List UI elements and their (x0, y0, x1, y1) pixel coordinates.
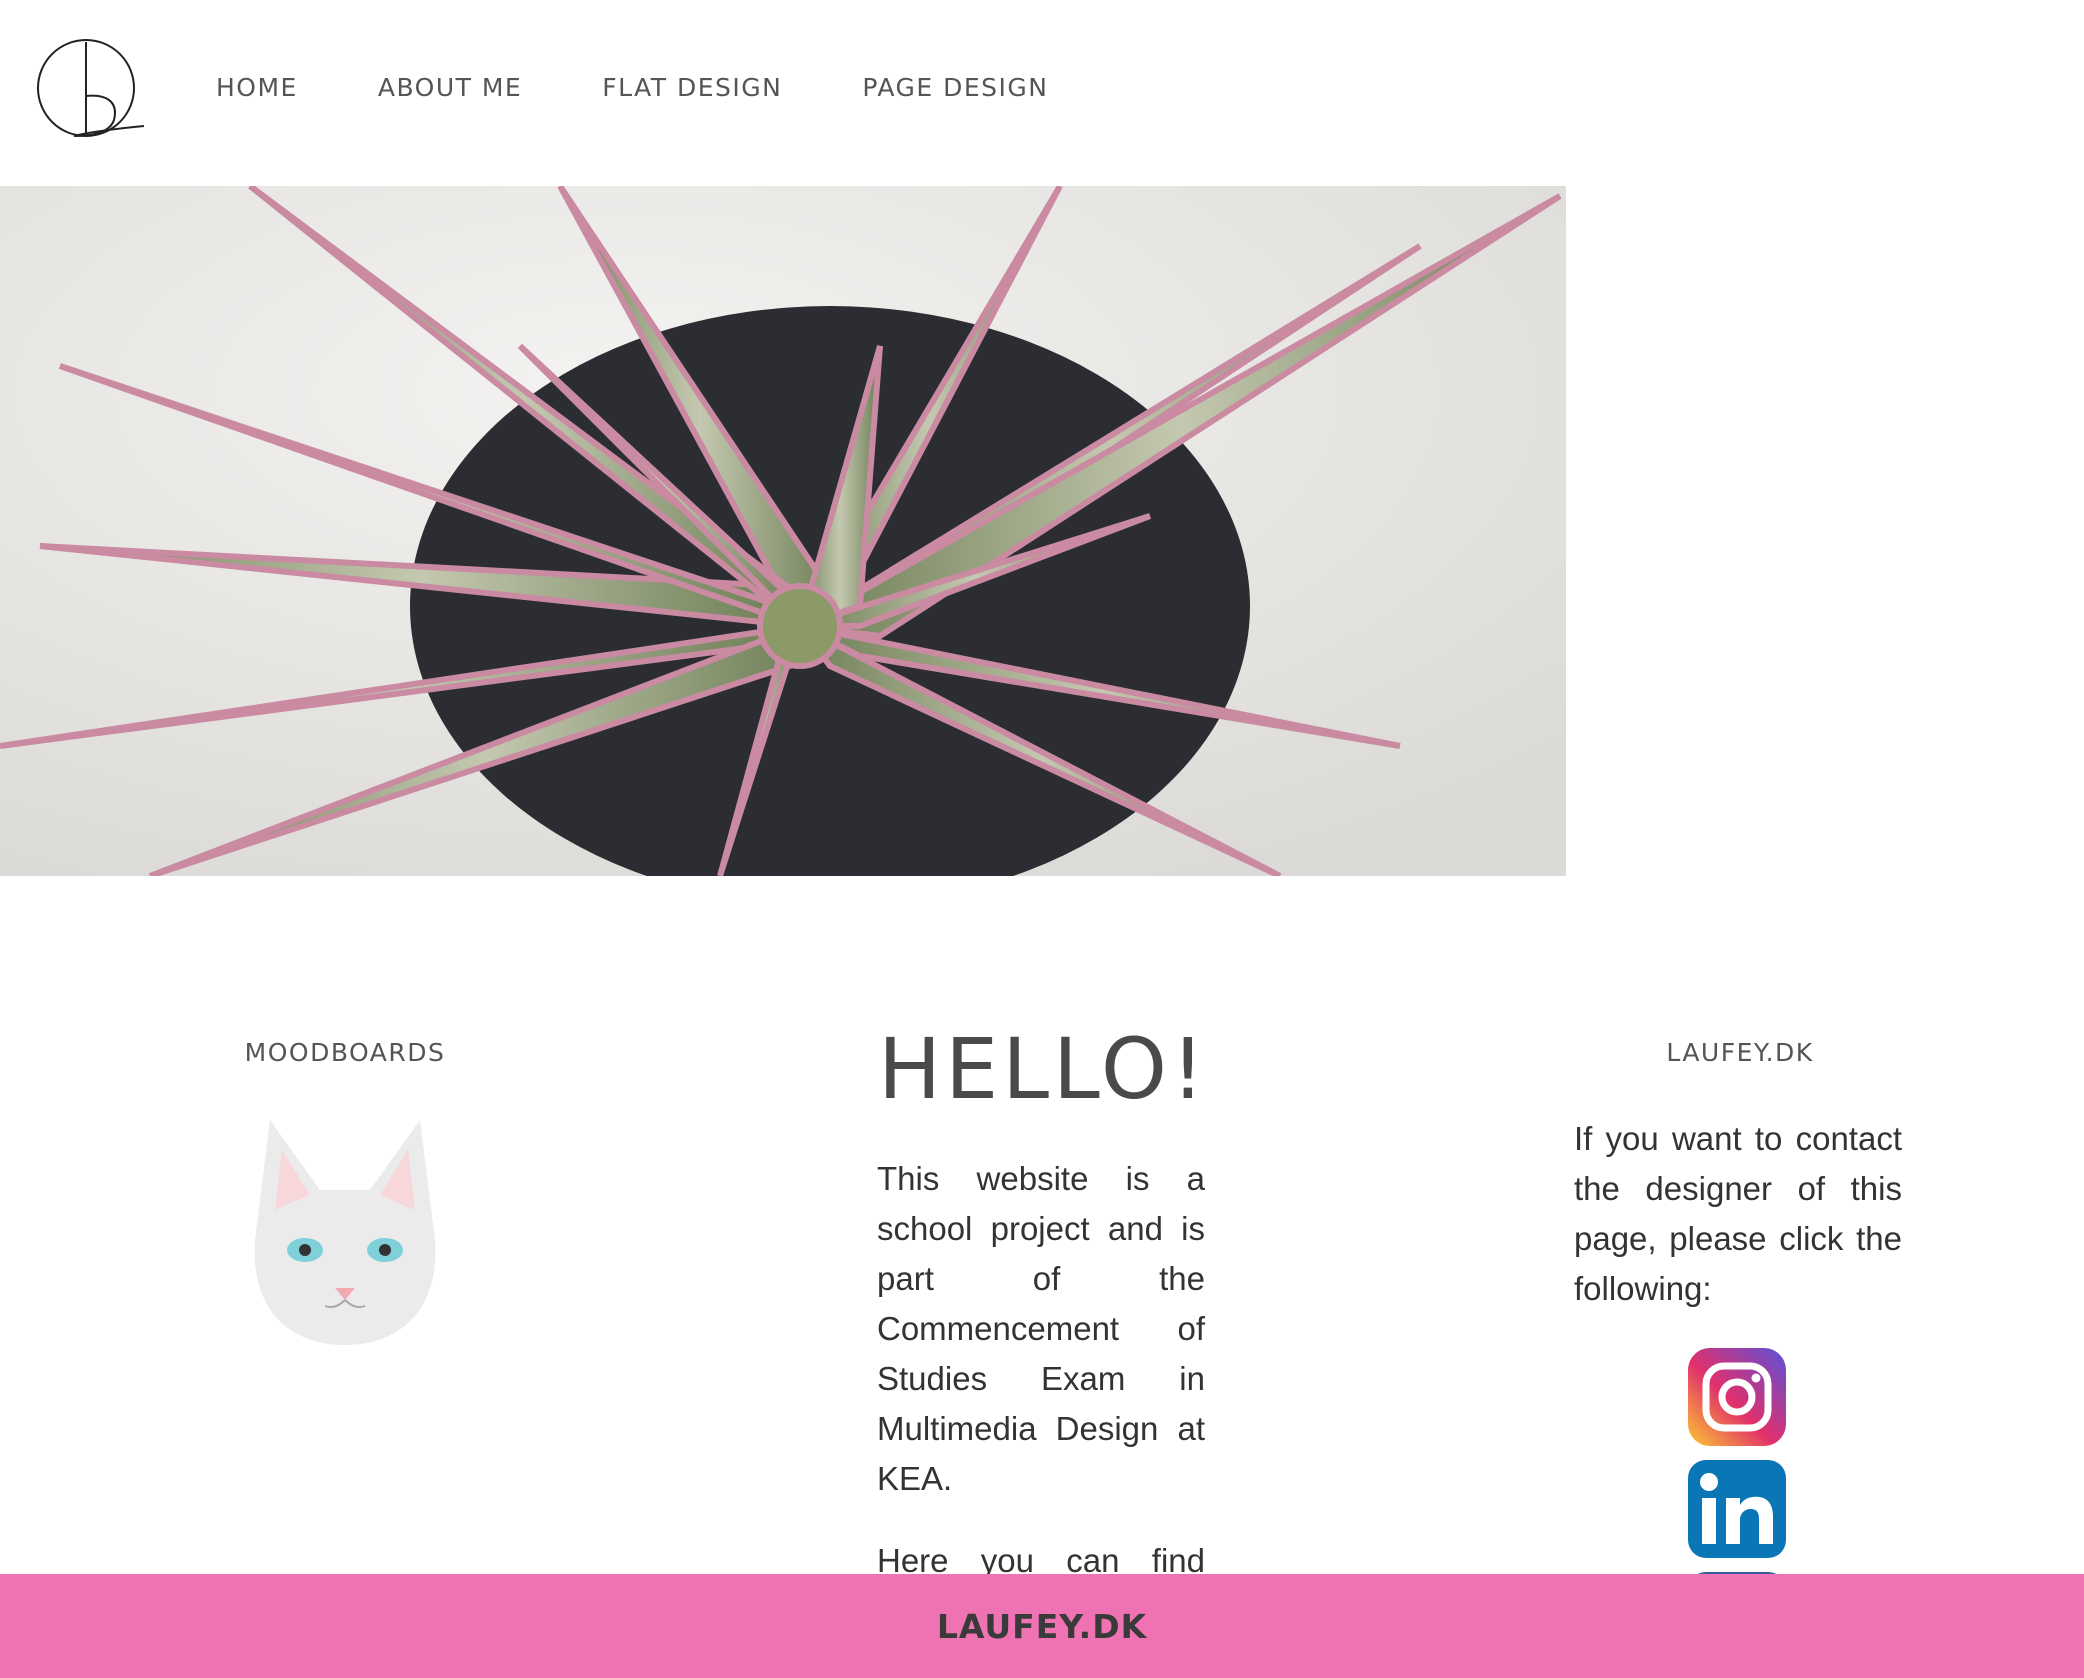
nav-page-design[interactable]: PAGE DESIGN (862, 68, 1048, 108)
site-footer: LAUFEY.DK (0, 1574, 2084, 1678)
intro-paragraph: This website is a school project and is … (877, 1160, 1205, 1497)
hello-heading: HELLO! (878, 1020, 1209, 1118)
nav-home[interactable]: HOME (216, 68, 298, 108)
nav-flat-design[interactable]: FLAT DESIGN (602, 68, 782, 108)
instagram-icon[interactable] (1688, 1348, 1786, 1446)
cat-icon[interactable] (250, 1110, 440, 1350)
moodboards-title[interactable]: MOODBOARDS (200, 1038, 490, 1067)
contact-paragraph: If you want to contact the designer of t… (1574, 1120, 1902, 1307)
hero-plant-image (0, 186, 1566, 876)
nav-about-me[interactable]: ABOUT ME (378, 68, 522, 108)
main-nav: HOME ABOUT ME FLAT DESIGN PAGE DESIGN (216, 68, 1128, 108)
logo-icon[interactable] (34, 36, 144, 140)
linkedin-icon[interactable] (1688, 1460, 1786, 1558)
footer-brand: LAUFEY.DK (936, 1606, 1148, 1646)
laufey-title: LAUFEY.DK (1666, 1038, 1814, 1067)
site-header: HOME ABOUT ME FLAT DESIGN PAGE DESIGN (0, 0, 2084, 186)
